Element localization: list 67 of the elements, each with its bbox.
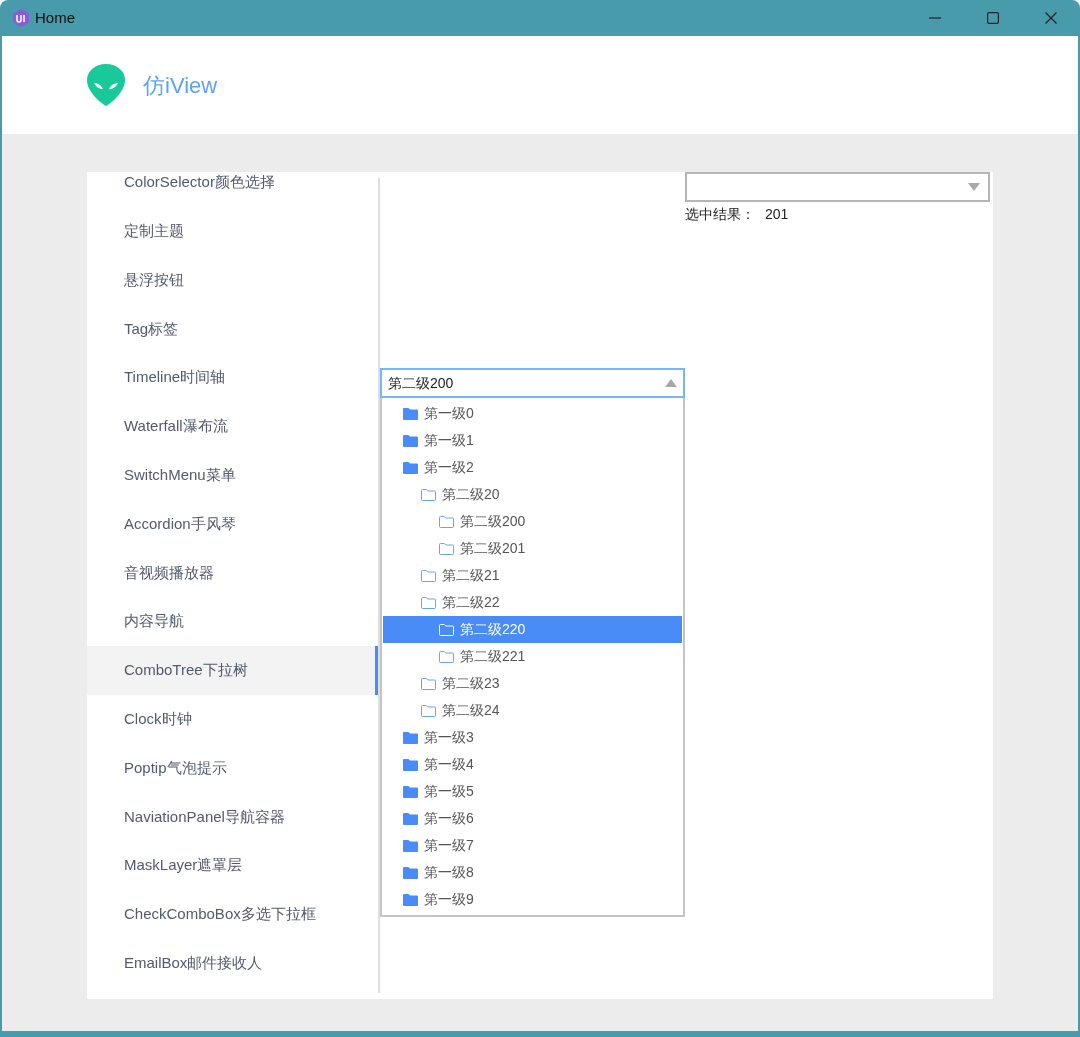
result-value: 201 [765,205,789,224]
alien-logo-icon [87,64,125,106]
folder-icon [421,677,436,690]
tree-item[interactable]: 第二级20 [383,481,682,508]
folder-icon [403,893,418,906]
brand-title: 仿iView [143,71,218,100]
folder-icon [421,704,436,717]
folder-icon [403,407,418,420]
minimize-icon [929,17,941,19]
caret-icon [665,379,677,387]
tree-item[interactable]: 第二级23 [383,670,682,697]
sidebar-item[interactable]: 悬浮按钮 [87,255,378,305]
tree-item[interactable]: 第二级24 [383,697,682,724]
folder-icon [439,650,454,663]
close-icon [1045,12,1057,24]
folder-icon [421,488,436,501]
sidebar-item[interactable]: ColorSelector颜色选择 [87,172,378,207]
maximize-icon [987,12,999,24]
folder-icon [403,758,418,771]
tree-item[interactable]: 第二级200 [383,508,682,535]
sidebar-item[interactable]: 音视频播放器 [87,548,378,598]
folder-icon [403,461,418,474]
folder-icon [403,785,418,798]
tree-item[interactable]: 第一级4 [383,751,682,778]
folder-icon [403,812,418,825]
caret-icon [968,183,980,191]
folder-icon [403,839,418,852]
sidebar-item[interactable]: Clock时钟 [87,694,378,744]
tree-item[interactable]: 第一级6 [383,805,682,832]
sidebar-item[interactable]: 定制主题 [87,206,378,256]
window-title: Home [35,7,75,28]
folder-icon [403,434,418,447]
tree-item[interactable]: 第一级9 [383,886,682,913]
sidebar-item[interactable]: NaviationPanel导航容器 [87,792,378,842]
folder-icon [421,569,436,582]
sidebar-item[interactable]: MaskLayer遮罩层 [87,841,378,890]
folder-icon [421,596,436,609]
select-field[interactable] [685,172,990,202]
combo-tree-field[interactable]: 第二级200 [380,368,685,398]
folder-icon [403,731,418,744]
tree-item[interactable]: 第一级0 [383,400,682,427]
folder-icon [439,623,454,636]
folder-icon [439,542,454,555]
tree-item[interactable]: 第一级8 [383,859,682,886]
sidebar-item[interactable]: CheckComboBox多选下拉框 [87,889,378,939]
tree-item[interactable]: 第二级221 [383,643,682,670]
sidebar-item[interactable]: 内容导航 [87,597,378,646]
tree-item[interactable]: 第二级21 [383,562,682,589]
folder-icon [439,515,454,528]
tree-item[interactable]: 第一级3 [383,724,682,751]
tree-item[interactable]: 第二级22 [383,589,682,616]
sidebar-item[interactable]: SwitchMenu菜单 [87,450,378,500]
folder-icon [403,866,418,879]
result-label: 选中结果： [685,205,755,224]
sidebar-item[interactable]: Tag标签 [87,304,378,354]
tree-item[interactable]: 第一级2 [383,454,682,481]
sidebar-item[interactable]: Waterfall瀑布流 [87,402,378,451]
sidebar-item[interactable]: Poptip气泡提示 [87,743,378,793]
tree-item[interactable]: 第二级201 [383,535,682,562]
sidebar-item[interactable]: Timeline时间轴 [87,353,378,402]
tree-item[interactable]: 第一级7 [383,832,682,859]
sidebar-item[interactable]: EmailBox邮件接收人 [87,938,378,988]
tree-item[interactable]: 第一级1 [383,427,682,454]
app-icon [11,8,31,28]
tree-item[interactable]: 第一级5 [383,778,682,805]
sidebar-item[interactable]: Accordion手风琴 [87,499,378,549]
sidebar-item[interactable]: ComboTree下拉树 [87,645,378,695]
